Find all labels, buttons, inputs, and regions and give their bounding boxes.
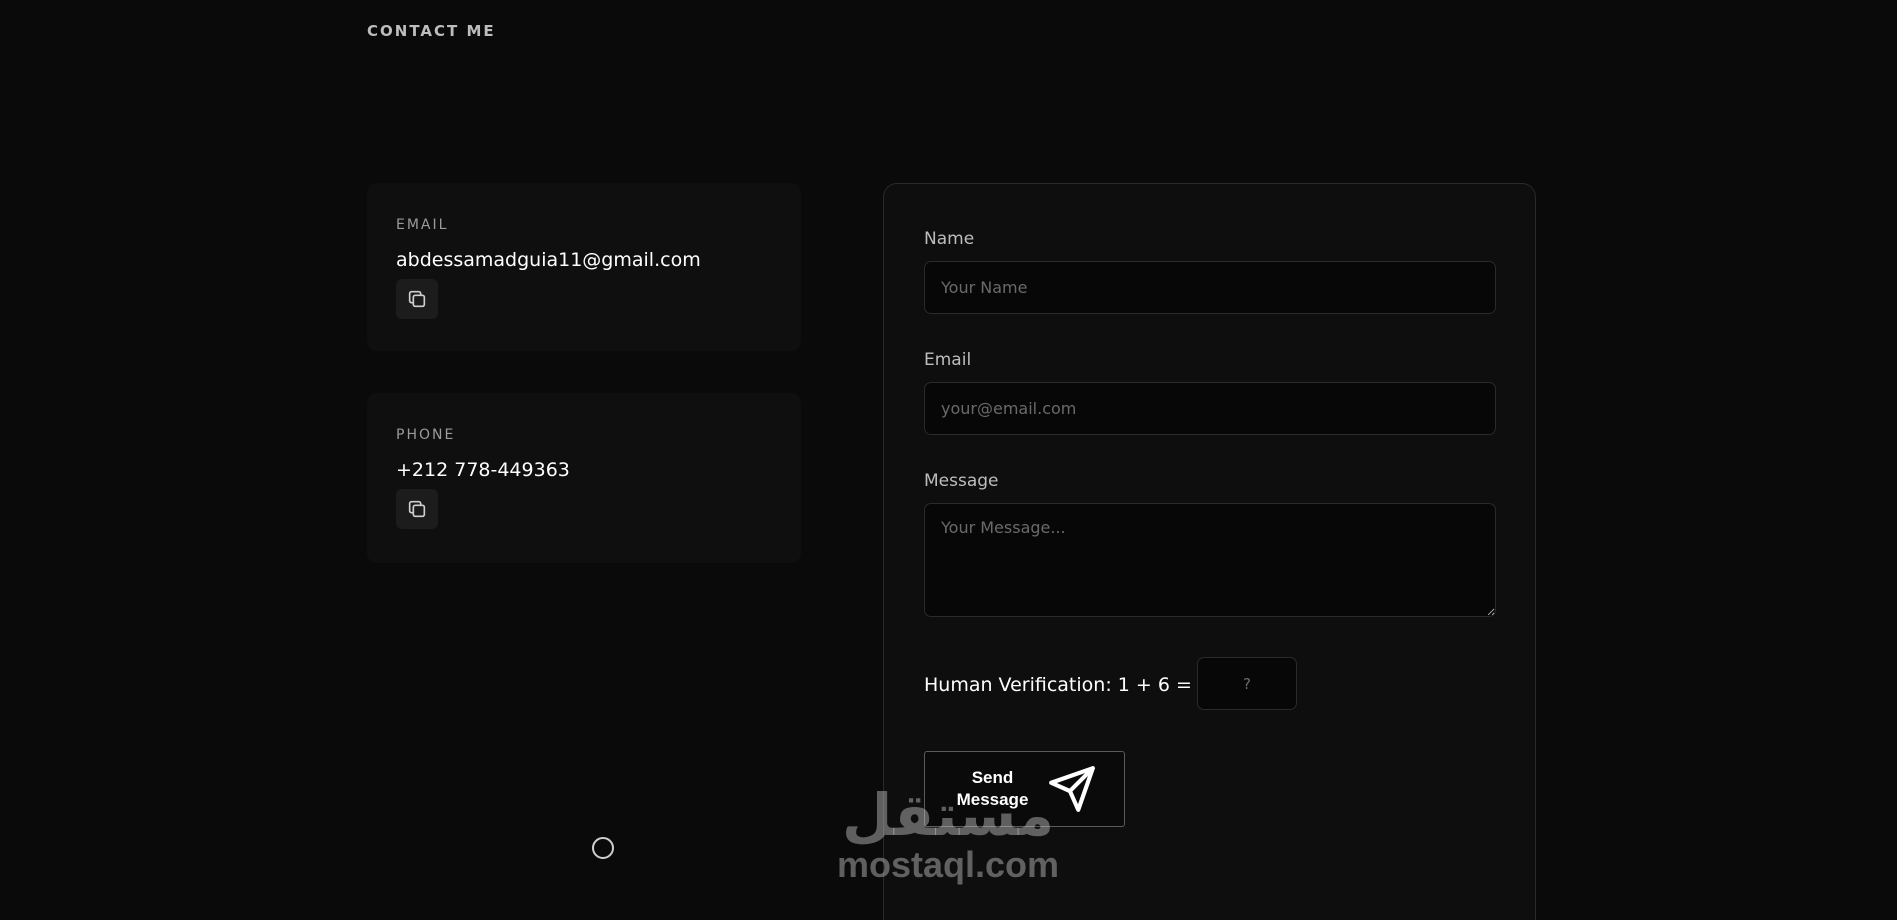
email-input[interactable] — [924, 382, 1496, 435]
human-verification-label: Human Verification: 1 + 6 = ? — [924, 674, 1209, 696]
message-label: Message — [924, 471, 999, 491]
watermark-arabic: مستقل — [841, 781, 1055, 849]
watermark-latin: mostaql.com — [836, 844, 1060, 885]
email-card: EMAIL abdessamadguia11@gmail.com — [367, 183, 801, 351]
email-card-label: EMAIL — [396, 217, 449, 233]
email-card-value: abdessamadguia11@gmail.com — [396, 249, 701, 271]
message-textarea[interactable] — [924, 503, 1496, 617]
section-title: CONTACT ME — [367, 22, 496, 40]
phone-card-label: PHONE — [396, 427, 456, 443]
phone-card-value: +212 778-449363 — [396, 459, 570, 481]
copy-email-button[interactable] — [396, 279, 438, 319]
copy-phone-button[interactable] — [396, 489, 438, 529]
copy-icon — [408, 500, 426, 518]
mostaql-watermark: مستقل mostaql.com — [833, 785, 1063, 885]
copy-icon — [408, 290, 426, 308]
name-label: Name — [924, 229, 975, 249]
verification-input[interactable] — [1197, 657, 1297, 710]
loading-circle-icon — [592, 837, 614, 859]
email-label: Email — [924, 350, 972, 370]
name-input[interactable] — [924, 261, 1496, 314]
contact-page: CONTACT ME EMAIL abdessamadguia11@gmail.… — [0, 0, 1897, 920]
phone-card: PHONE +212 778-449363 — [367, 393, 801, 563]
